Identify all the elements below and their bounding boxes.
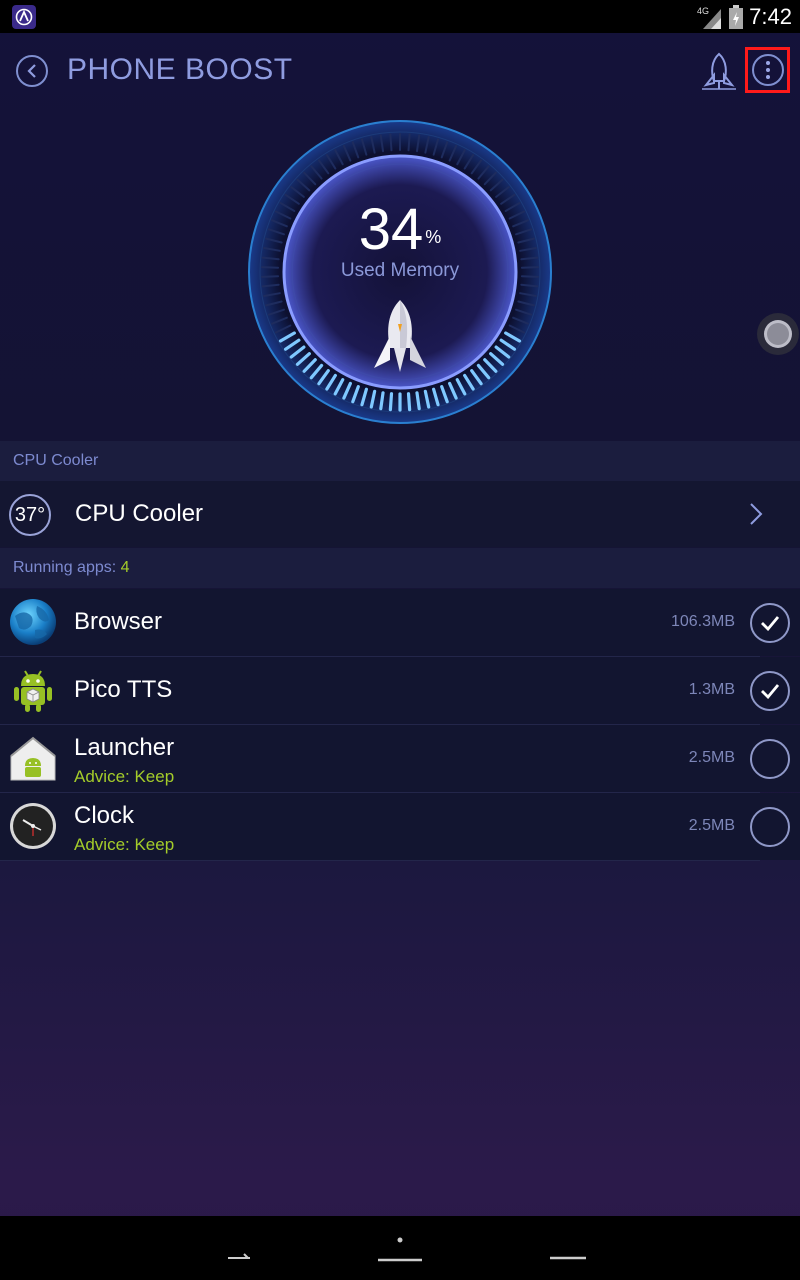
checkmark-icon (761, 684, 780, 699)
app-row-launcher[interactable]: Launcher Advice: Keep 2.5MB (0, 725, 800, 792)
gauge-tick (389, 133, 393, 152)
running-apps-header: Running apps: 4 (0, 548, 800, 588)
system-nav-bar (0, 1216, 800, 1280)
app-checkbox[interactable] (750, 807, 790, 847)
app-checkbox[interactable] (750, 739, 790, 779)
cpu-section-header: CPU Cooler (0, 441, 800, 481)
app-header: PHONE BOOST (0, 33, 800, 111)
page-title: PHONE BOOST (67, 53, 293, 86)
cpu-cooler-row[interactable]: 37° CPU Cooler (0, 481, 800, 547)
cpu-cooler-label: CPU Cooler (75, 500, 204, 527)
app-advice: Advice: Keep (74, 767, 175, 786)
app-size: 2.5MB (688, 749, 735, 766)
app-size: 1.3MB (688, 681, 735, 698)
cpu-temperature: 37° (9, 494, 51, 536)
chevron-left-icon (27, 64, 36, 78)
home-nav-icon[interactable] (374, 1236, 426, 1264)
memory-percent: 34% (246, 196, 554, 263)
app-name: Pico TTS (74, 676, 173, 703)
signal-4g-icon: 4G (697, 6, 722, 29)
app-row-clock[interactable]: Clock Advice: Keep 2.5MB (0, 793, 800, 860)
memory-gauge[interactable]: 34% Used Memory (246, 118, 554, 426)
app-name: Launcher (74, 734, 175, 761)
app-advice: Advice: Keep (74, 835, 175, 854)
chevron-right-icon (750, 503, 763, 525)
running-apps-label: Running apps: (13, 559, 117, 576)
more-vertical-icon (751, 54, 784, 86)
memory-label: Used Memory (340, 260, 460, 281)
recents-nav-icon[interactable] (548, 1244, 588, 1264)
gauge-tick-lit (379, 391, 385, 411)
rocket-illustration-icon (374, 300, 426, 372)
gauge-tick-lit (415, 391, 421, 411)
android-robot-icon (14, 670, 52, 712)
rocket-boost-button[interactable] (700, 51, 738, 93)
app-size: 2.5MB (688, 817, 735, 834)
svg-text:4G: 4G (697, 6, 709, 16)
running-apps-count: 4 (120, 559, 130, 576)
memory-percent-value: 34 (358, 197, 424, 262)
browser-globe-icon (10, 599, 56, 645)
app-checkbox[interactable] (750, 671, 790, 711)
app-name: Clock (74, 802, 135, 829)
floating-assist-button[interactable] (756, 312, 800, 356)
clock-icon (10, 803, 56, 849)
battery-icon (729, 5, 744, 29)
app-row-pico-tts[interactable]: Pico TTS 1.3MB (0, 657, 800, 724)
gauge-tick-lit (388, 392, 394, 412)
gauge-tick-lit (406, 392, 412, 412)
gauge-tick (407, 133, 411, 152)
app-notification-icon (12, 5, 36, 29)
checkmark-icon (761, 616, 780, 631)
overflow-menu-button[interactable] (745, 47, 790, 93)
launcher-house-icon (10, 736, 56, 781)
app-row-browser[interactable]: Browser 106.3MB (0, 589, 800, 656)
rocket-icon (702, 52, 736, 90)
app-checkbox[interactable] (750, 603, 790, 643)
app-name: Browser (74, 608, 163, 635)
back-nav-icon[interactable] (224, 1244, 254, 1264)
row-divider (0, 860, 760, 861)
status-bar: 4G 7:42 (0, 0, 800, 33)
clock-time: 7:42 (749, 4, 792, 29)
back-button[interactable] (16, 55, 48, 87)
app-size: 106.3MB (670, 613, 735, 630)
percent-sign: % (425, 227, 442, 247)
